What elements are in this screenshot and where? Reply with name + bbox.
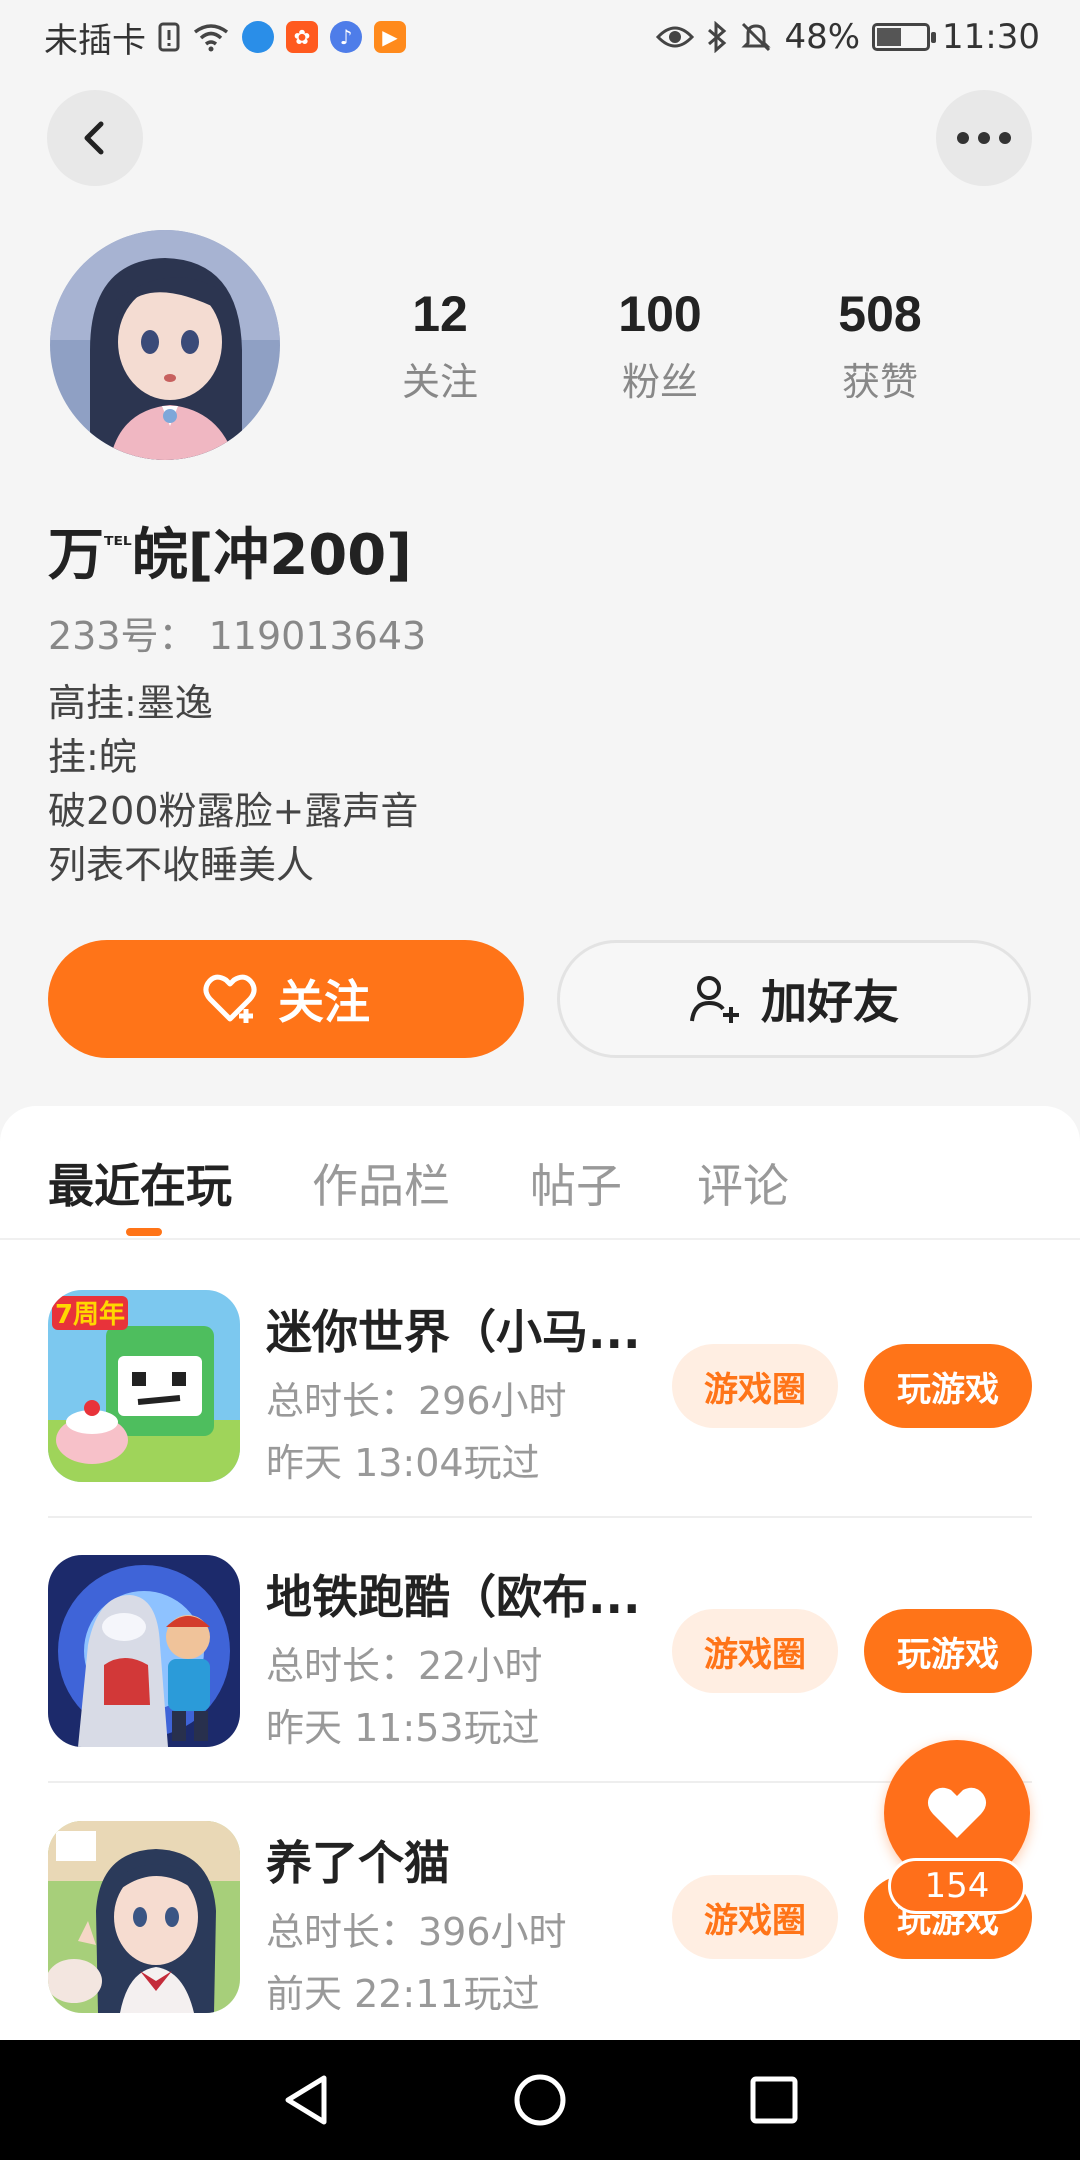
status-left: 未插卡 ✿ ♪ ▶	[44, 13, 406, 62]
stat-label: 关注	[401, 360, 478, 404]
bio-line: 挂:皖	[48, 735, 137, 779]
game-circle-button[interactable]: 游戏圈	[672, 1609, 838, 1693]
music-icon: ♪	[330, 21, 362, 53]
game-last-played: 昨天 11:53玩过	[266, 1706, 540, 1750]
stat-likes[interactable]: 508 获赞	[780, 285, 980, 406]
nickname: 万ᵀᴱᴸ皖[冲200]	[48, 510, 412, 591]
profile-stats: 12 关注 100 粉丝 508 获赞	[330, 285, 990, 406]
nickname-rest: 皖[冲200]	[131, 523, 412, 588]
divider	[48, 1781, 1032, 1783]
tab-bar: 最近在玩 作品栏 帖子 评论	[0, 1106, 1080, 1240]
play-game-button[interactable]: 玩游戏	[864, 1609, 1032, 1693]
tab-posts[interactable]: 帖子	[530, 1150, 622, 1216]
like-count: 154	[888, 1858, 1026, 1914]
tab-comments[interactable]: 评论	[697, 1150, 789, 1216]
game-icon: 7周年	[48, 1290, 240, 1482]
nickname-main: 万	[48, 523, 104, 588]
add-friend-button[interactable]: 加好友	[557, 940, 1031, 1058]
status-bar: 未插卡 ✿ ♪ ▶ 48% 11:30	[0, 0, 1080, 74]
chevron-left-icon	[84, 121, 104, 155]
bio: 高挂:墨逸 挂:皖 破200粉露脸+露声音 列表不收睡美人	[48, 676, 418, 892]
add-person-icon	[690, 976, 739, 1023]
active-tab-indicator	[126, 1228, 162, 1236]
stat-label: 粉丝	[621, 360, 698, 404]
avatar[interactable]	[50, 230, 280, 460]
stat-following[interactable]: 12 关注	[340, 285, 540, 406]
nav-recents-icon[interactable]	[748, 2074, 800, 2126]
play-game-button[interactable]: 玩游戏	[864, 1344, 1032, 1428]
game-item[interactable]: 7周年 迷你世界（小马... 总时长：296小时 昨天 13:04玩过 游戏圈 …	[48, 1290, 1032, 1556]
bio-line: 高挂:墨逸	[48, 681, 213, 725]
wifi-icon	[193, 24, 229, 52]
nav-home-icon[interactable]	[512, 2072, 568, 2128]
game-circle-button[interactable]: 游戏圈	[672, 1875, 838, 1959]
divider	[48, 1516, 1032, 1518]
add-friend-label: 加好友	[761, 975, 899, 1029]
game-icon	[48, 1821, 240, 2013]
bio-line: 破200粉露脸+露声音	[48, 789, 419, 833]
game-last-played: 前天 22:11玩过	[266, 1972, 540, 2016]
follow-label: 关注	[278, 975, 370, 1029]
back-button[interactable]	[47, 90, 143, 186]
browser-icon	[242, 21, 274, 53]
tab-recent-play[interactable]: 最近在玩	[48, 1150, 232, 1216]
game-name: 迷你世界（小马...	[266, 1305, 641, 1359]
stat-value: 12	[412, 286, 468, 342]
game-item[interactable]: 地铁跑酷（欧布... 总时长：22小时 昨天 11:53玩过 游戏圈 玩游戏	[48, 1555, 1032, 1821]
system-nav-bar	[0, 2040, 1080, 2160]
divider	[0, 1238, 1080, 1240]
stat-value: 508	[838, 286, 922, 342]
nav-back-icon[interactable]	[280, 2072, 332, 2128]
more-button[interactable]	[936, 90, 1032, 186]
game-circle-button[interactable]: 游戏圈	[672, 1344, 838, 1428]
stat-fans[interactable]: 100 粉丝	[560, 285, 760, 406]
nickname-sup: ᵀᴱᴸ	[104, 533, 132, 558]
game-total-time: 总时长：396小时	[266, 1910, 567, 1954]
eye-icon	[656, 26, 695, 48]
heart-plus-icon	[203, 974, 257, 1023]
sim-alert-icon	[158, 22, 180, 52]
game-name: 地铁跑酷（欧布...	[266, 1570, 641, 1624]
app-icon: ✿	[286, 21, 318, 53]
game-total-time: 总时长：22小时	[266, 1644, 543, 1688]
video-icon: ▶	[374, 21, 406, 53]
follow-button[interactable]: 关注	[48, 940, 524, 1058]
game-icon	[48, 1555, 240, 1747]
game-name: 养了个猫	[266, 1836, 450, 1890]
user-id[interactable]: 233号： 119013643	[48, 605, 426, 660]
anniversary-badge: 7周年	[55, 1299, 125, 1330]
clock: 11:30	[942, 17, 1040, 57]
heart-icon	[927, 1787, 987, 1838]
bluetooth-icon	[708, 21, 727, 53]
game-total-time: 总时长：296小时	[266, 1379, 567, 1423]
game-last-played: 昨天 13:04玩过	[266, 1441, 540, 1485]
battery-icon	[872, 23, 937, 51]
battery-percent: 48%	[784, 17, 861, 57]
stat-label: 获赞	[841, 360, 918, 404]
bio-line: 列表不收睡美人	[48, 843, 315, 887]
stat-value: 100	[618, 286, 702, 342]
carrier-text: 未插卡	[44, 20, 146, 61]
mute-icon	[741, 22, 772, 52]
tab-works[interactable]: 作品栏	[312, 1150, 450, 1216]
more-dots-icon	[957, 132, 1011, 144]
status-right: 48% 11:30	[656, 17, 1040, 57]
